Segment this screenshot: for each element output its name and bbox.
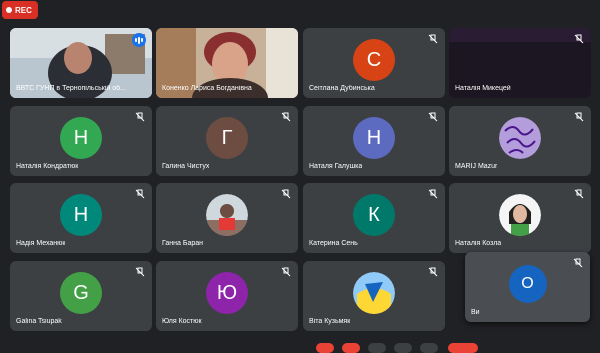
participant-tile[interactable]: Віта Кузьмяк bbox=[303, 261, 445, 331]
participant-name: Наталія Микецей bbox=[455, 85, 511, 92]
mic-off-icon bbox=[135, 189, 145, 199]
photo-avatar-icon bbox=[499, 194, 541, 236]
avatar: К bbox=[353, 194, 395, 236]
mic-off-icon bbox=[135, 112, 145, 122]
avatar: Г bbox=[206, 117, 248, 159]
mic-off-icon bbox=[281, 267, 291, 277]
participant-name: Наталя Галушка bbox=[309, 163, 363, 170]
participant-tile[interactable]: Н Надія Механюк bbox=[10, 183, 152, 253]
participant-tile[interactable]: MARIJ Mazur bbox=[449, 106, 591, 176]
mic-off-icon bbox=[574, 189, 584, 199]
avatar: Н bbox=[60, 194, 102, 236]
mic-off-icon bbox=[574, 112, 584, 122]
mic-off-icon bbox=[135, 267, 145, 277]
participant-name: Коненко Лариса Богданівна bbox=[162, 85, 252, 92]
avatar bbox=[353, 272, 395, 314]
participant-name: Galina Tsiupak bbox=[16, 318, 62, 325]
participant-name: Віта Кузьмяк bbox=[309, 318, 351, 325]
leave-call-button[interactable] bbox=[448, 343, 478, 353]
participant-name: Ганна Баран bbox=[162, 240, 203, 247]
raise-hand-button[interactable] bbox=[394, 343, 412, 353]
mic-off-icon bbox=[428, 267, 438, 277]
participant-tile[interactable]: Н Наталія Кондратюк bbox=[10, 106, 152, 176]
photo-avatar-icon bbox=[206, 194, 248, 236]
avatar: Н bbox=[353, 117, 395, 159]
captions-button[interactable] bbox=[368, 343, 386, 353]
participant-name: Ви bbox=[471, 309, 480, 316]
mic-off-icon bbox=[428, 189, 438, 199]
participant-tile[interactable]: G Galina Tsiupak bbox=[10, 261, 152, 331]
participant-tile[interactable]: ВВТС ГУНП в Тернопільській об... bbox=[10, 28, 152, 98]
participant-name: MARIJ Mazur bbox=[455, 163, 498, 170]
participant-tile[interactable]: С Сеітлана Дубинська bbox=[303, 28, 445, 98]
mic-off-icon bbox=[428, 112, 438, 122]
mic-off-icon bbox=[281, 189, 291, 199]
participant-tile[interactable]: Наталія Микецей bbox=[449, 28, 591, 98]
participant-name: Юля Костюк bbox=[162, 318, 202, 325]
avatar: Н bbox=[60, 117, 102, 159]
participant-tile[interactable]: Н Наталя Галушка bbox=[303, 106, 445, 176]
mic-off-icon bbox=[428, 34, 438, 44]
participant-tile[interactable]: К Катерина Сень bbox=[303, 183, 445, 253]
avatar: O bbox=[508, 265, 547, 303]
speaking-indicator-icon bbox=[132, 33, 146, 47]
participant-tile[interactable]: Г Галина Чистух bbox=[156, 106, 298, 176]
avatar bbox=[206, 194, 248, 236]
avatar bbox=[499, 117, 541, 159]
participant-name: Сеітлана Дубинська bbox=[309, 85, 375, 92]
avatar bbox=[499, 194, 541, 236]
recording-indicator: REC bbox=[2, 1, 38, 19]
mic-toggle-button[interactable] bbox=[316, 343, 334, 353]
self-view-tile[interactable]: O Ви bbox=[465, 252, 590, 322]
participant-tile[interactable]: Наталія Козла bbox=[449, 183, 591, 253]
participant-name: Наталія Козла bbox=[455, 240, 502, 247]
flag-avatar-icon bbox=[353, 272, 395, 314]
participant-name: Катерина Сень bbox=[309, 240, 358, 247]
camera-toggle-button[interactable] bbox=[342, 343, 360, 353]
participant-tile[interactable]: Коненко Лариса Богданівна bbox=[156, 28, 298, 98]
avatar: G bbox=[60, 272, 102, 314]
participant-tile[interactable]: Ганна Баран bbox=[156, 183, 298, 253]
avatar: С bbox=[353, 39, 395, 81]
avatar: Ю bbox=[206, 272, 248, 314]
participant-name: ВВТС ГУНП в Тернопільській об... bbox=[16, 85, 126, 92]
mic-off-icon bbox=[573, 258, 583, 268]
record-dot-icon bbox=[6, 7, 12, 13]
pattern-avatar-icon bbox=[499, 117, 541, 159]
present-button[interactable] bbox=[420, 343, 438, 353]
participant-tile[interactable]: Ю Юля Костюк bbox=[156, 261, 298, 331]
mic-off-icon bbox=[574, 34, 584, 44]
participant-name: Галина Чистух bbox=[162, 163, 210, 170]
participant-name: Наталія Кондратюк bbox=[16, 163, 79, 170]
recording-label: REC bbox=[15, 5, 32, 15]
mic-off-icon bbox=[281, 112, 291, 122]
participant-name: Надія Механюк bbox=[16, 240, 66, 247]
